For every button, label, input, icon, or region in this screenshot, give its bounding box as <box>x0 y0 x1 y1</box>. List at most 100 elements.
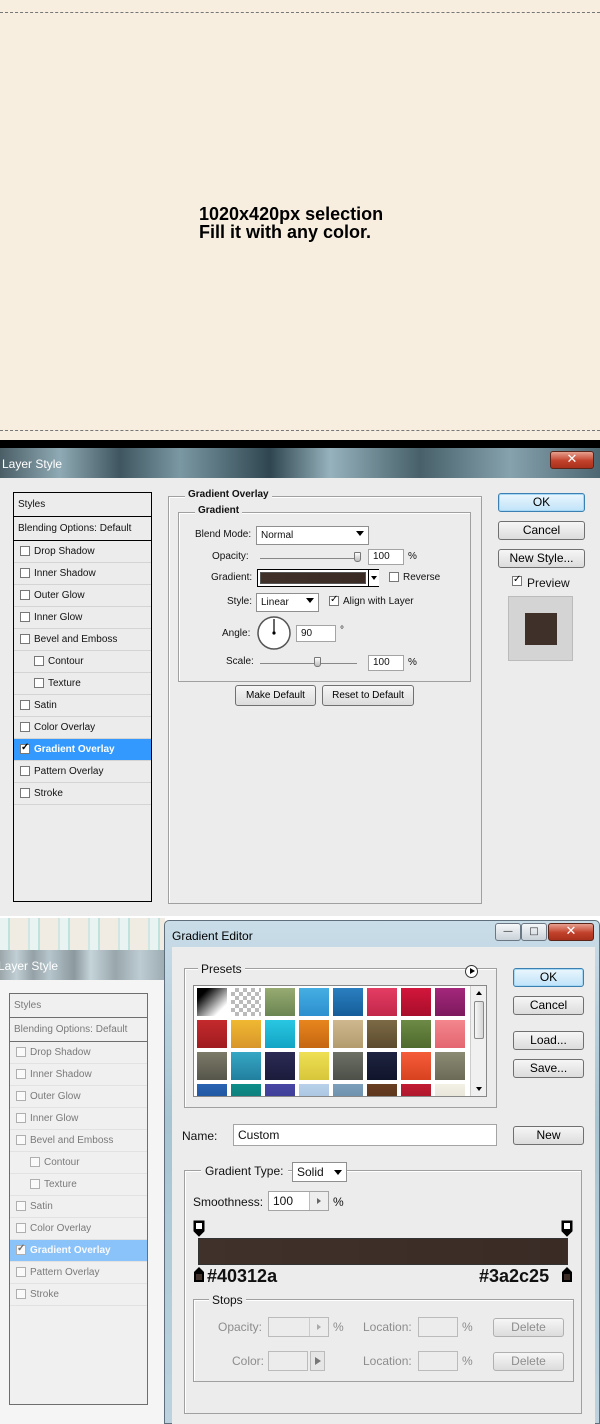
gradient-preset-swatch[interactable] <box>366 1019 398 1049</box>
gradient-preset-swatch[interactable] <box>332 987 364 1017</box>
bg-style-item-texture[interactable]: Texture <box>10 1174 147 1196</box>
gradient-preset-swatch[interactable] <box>230 1083 262 1096</box>
color-stop-right[interactable] <box>561 1266 573 1283</box>
gradient-picker[interactable] <box>257 569 379 587</box>
ok-button[interactable]: OK <box>498 493 585 512</box>
style-checkbox[interactable] <box>20 722 30 732</box>
style-checkbox[interactable] <box>20 590 30 600</box>
maximize-button[interactable]: □ <box>521 923 547 941</box>
align-with-layer-checkbox[interactable] <box>329 594 339 606</box>
smoothness-stepper[interactable] <box>309 1192 328 1210</box>
style-item-bevel-and-emboss[interactable]: Bevel and Emboss <box>14 629 151 651</box>
opacity-input[interactable]: 100 <box>368 549 404 565</box>
gradient-preset-swatch[interactable] <box>298 1083 330 1096</box>
gradient-preset-swatch[interactable] <box>196 1051 228 1081</box>
smoothness-input[interactable]: 100 <box>268 1191 329 1211</box>
ge-close-button[interactable]: ✕ <box>548 923 594 941</box>
style-checkbox[interactable] <box>16 1201 26 1211</box>
bg-style-item-pattern-overlay[interactable]: Pattern Overlay <box>10 1262 147 1284</box>
new-style-button[interactable]: New Style... <box>498 549 585 568</box>
minimize-button[interactable]: — <box>495 923 521 941</box>
style-checkbox[interactable] <box>16 1289 26 1299</box>
presets-menu-button[interactable] <box>465 965 478 978</box>
style-checkbox[interactable] <box>34 678 44 688</box>
opacity-slider-thumb[interactable] <box>354 552 361 562</box>
gradient-preset-swatch[interactable] <box>264 1083 296 1096</box>
style-checkbox[interactable] <box>16 1243 26 1255</box>
gradient-preset-swatch[interactable] <box>264 1051 296 1081</box>
ge-cancel-button[interactable]: Cancel <box>513 996 584 1015</box>
style-item-texture[interactable]: Texture <box>14 673 151 695</box>
bg-style-item-inner-shadow[interactable]: Inner Shadow <box>10 1064 147 1086</box>
style-checkbox[interactable] <box>20 568 30 578</box>
style-checkbox[interactable] <box>16 1069 26 1079</box>
stop-opacity-input[interactable] <box>268 1317 329 1337</box>
delete-opacity-stop-button[interactable]: Delete <box>493 1318 564 1337</box>
presets-scrollbar[interactable] <box>470 986 486 1096</box>
layer-style-titlebar[interactable]: Layer Style ✕ <box>0 448 600 478</box>
gradient-preset-swatch[interactable] <box>332 1051 364 1081</box>
gradient-preset-swatch[interactable] <box>400 1051 432 1081</box>
style-checkbox[interactable] <box>34 656 44 666</box>
style-checkbox[interactable] <box>16 1267 26 1277</box>
gradient-preset-swatch[interactable] <box>366 987 398 1017</box>
gradient-preset-swatch[interactable] <box>366 1051 398 1081</box>
bg-style-item-contour[interactable]: Contour <box>10 1152 147 1174</box>
bg-style-item-stroke[interactable]: Stroke <box>10 1284 147 1306</box>
new-gradient-button[interactable]: New <box>513 1126 584 1145</box>
gradient-preset-swatch[interactable] <box>400 987 432 1017</box>
gradient-preset-swatch[interactable] <box>298 1051 330 1081</box>
name-input[interactable]: Custom <box>233 1124 497 1146</box>
style-checkbox[interactable] <box>20 634 30 644</box>
blend-mode-select[interactable]: Normal <box>256 526 369 545</box>
style-checkbox[interactable] <box>16 1113 26 1123</box>
gradient-preset-swatch[interactable] <box>434 1083 466 1096</box>
scrollbar-thumb[interactable] <box>474 1001 484 1039</box>
gradient-preset-swatch[interactable] <box>400 1019 432 1049</box>
scale-input[interactable]: 100 <box>368 655 404 671</box>
cancel-button[interactable]: Cancel <box>498 521 585 540</box>
opacity-stop-right[interactable] <box>561 1220 573 1237</box>
style-item-color-overlay[interactable]: Color Overlay <box>14 717 151 739</box>
gradient-type-select[interactable]: Solid <box>292 1162 347 1182</box>
style-item-gradient-overlay[interactable]: Gradient Overlay <box>14 739 151 761</box>
style-item-outer-glow[interactable]: Outer Glow <box>14 585 151 607</box>
style-checkbox[interactable] <box>16 1135 26 1145</box>
blending-options-item[interactable]: Blending Options: Default <box>14 517 151 541</box>
style-checkbox[interactable] <box>20 742 30 754</box>
delete-color-stop-button[interactable]: Delete <box>493 1352 564 1371</box>
stop-color-swatch[interactable] <box>268 1351 308 1371</box>
angle-dial[interactable] <box>256 615 292 651</box>
bg-style-item-bevel-and-emboss[interactable]: Bevel and Emboss <box>10 1130 147 1152</box>
bg-style-item-gradient-overlay[interactable]: Gradient Overlay <box>10 1240 147 1262</box>
style-item-satin[interactable]: Satin <box>14 695 151 717</box>
gradient-preset-swatch[interactable] <box>264 1019 296 1049</box>
style-checkbox[interactable] <box>20 612 30 622</box>
gradient-preset-swatch[interactable] <box>298 987 330 1017</box>
styles-header[interactable]: Styles <box>14 493 151 517</box>
gradient-preset-swatch[interactable] <box>434 987 466 1017</box>
scale-slider-thumb[interactable] <box>314 657 322 667</box>
bg-style-item-outer-glow[interactable]: Outer Glow <box>10 1086 147 1108</box>
gradient-preset-swatch[interactable] <box>434 1019 466 1049</box>
gradient-dropdown-toggle[interactable] <box>368 570 379 586</box>
opacity-slider[interactable] <box>260 558 360 559</box>
gradient-preset-swatch[interactable] <box>366 1083 398 1096</box>
gradient-preset-swatch[interactable] <box>332 1019 364 1049</box>
style-item-stroke[interactable]: Stroke <box>14 783 151 805</box>
angle-input[interactable]: 90 <box>296 625 336 642</box>
bg-style-item-satin[interactable]: Satin <box>10 1196 147 1218</box>
style-item-pattern-overlay[interactable]: Pattern Overlay <box>14 761 151 783</box>
gradient-preset-swatch[interactable] <box>434 1051 466 1081</box>
scroll-down-icon[interactable] <box>476 1087 482 1091</box>
reverse-checkbox[interactable] <box>389 572 399 582</box>
load-button[interactable]: Load... <box>513 1031 584 1050</box>
style-item-contour[interactable]: Contour <box>14 651 151 673</box>
gradient-preview-bar[interactable] <box>198 1238 568 1265</box>
make-default-button[interactable]: Make Default <box>235 685 316 706</box>
gradient-preset-swatch[interactable] <box>196 987 228 1017</box>
close-button[interactable]: ✕ <box>550 451 594 469</box>
style-checkbox[interactable] <box>20 788 30 798</box>
gradient-preset-swatch[interactable] <box>332 1083 364 1096</box>
style-item-inner-shadow[interactable]: Inner Shadow <box>14 563 151 585</box>
